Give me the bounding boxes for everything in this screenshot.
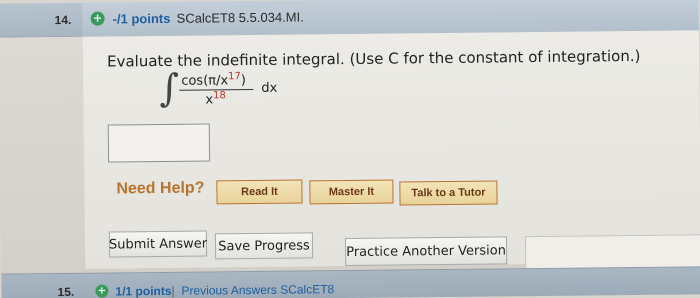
side-panel: [524, 234, 700, 271]
next-question-separator: |: [171, 283, 175, 298]
question-number: 14.: [54, 12, 72, 28]
question-gutter: [0, 36, 86, 270]
next-question-number: 15.: [57, 284, 75, 298]
question-points: -/1 points: [112, 10, 171, 27]
question-code: SCalcET8 5.5.034.MI.: [176, 9, 304, 26]
integral-sign-icon: ∫: [159, 65, 180, 110]
read-it-button[interactable]: Read It: [216, 179, 303, 205]
integral-dx: dx: [261, 80, 278, 96]
answer-input[interactable]: [107, 123, 211, 163]
next-question-points: 1/1 points: [115, 283, 172, 298]
master-it-button[interactable]: Master It: [309, 179, 394, 205]
next-plus-circle-icon[interactable]: +: [95, 284, 109, 298]
practice-another-version-button[interactable]: Practice Another Version: [344, 236, 508, 267]
save-progress-button[interactable]: Save Progress: [214, 232, 314, 260]
plus-circle-icon[interactable]: +: [90, 11, 105, 26]
previous-answers-link[interactable]: Previous Answers SCalcET8: [181, 282, 334, 298]
talk-to-tutor-button[interactable]: Talk to a Tutor: [399, 180, 498, 206]
need-help-label: Need Help?: [116, 179, 205, 198]
integral-expression: ∫ cos(π/x17) x18 dx: [159, 66, 319, 114]
integral-numerator: cos(π/x17): [181, 71, 247, 89]
integral-denominator: x18: [205, 90, 226, 108]
assignment-page: 14. + -/1 points SCalcET8 5.5.034.MI. Ev…: [0, 0, 700, 298]
submit-answer-button[interactable]: Submit Answer: [109, 230, 207, 258]
